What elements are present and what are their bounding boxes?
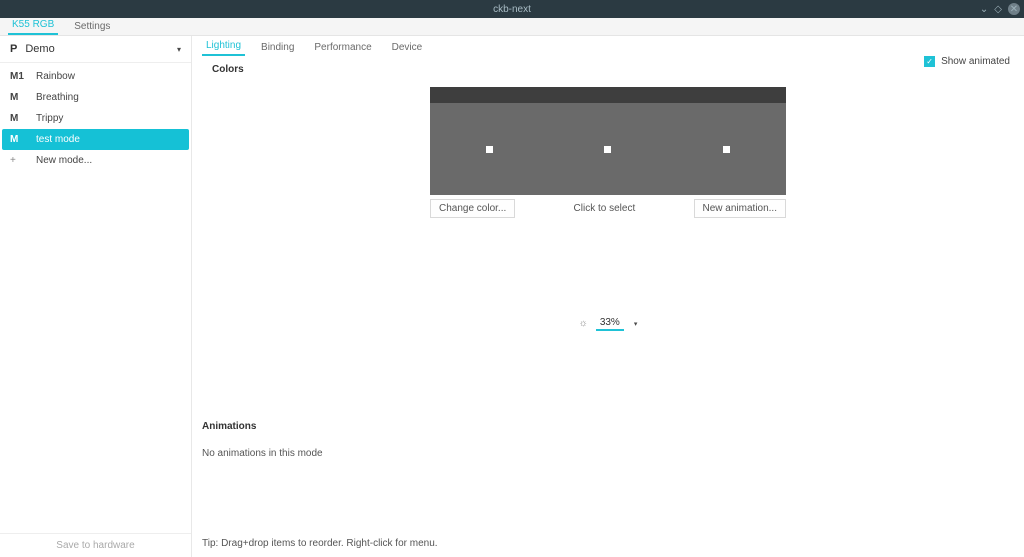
zone-key[interactable]: [604, 146, 611, 153]
animations-empty-text: No animations in this mode: [192, 434, 1024, 473]
device-preview-header: [430, 87, 786, 103]
save-to-hardware-button[interactable]: Save to hardware: [0, 533, 191, 557]
mode-list: M1 Rainbow M Breathing M Trippy M test m…: [0, 63, 191, 533]
brightness-control[interactable]: ☼ 33% ▾: [192, 316, 1024, 331]
device-tag: P: [10, 43, 17, 55]
device-name: Demo: [25, 43, 54, 55]
minimize-icon[interactable]: ⌄: [980, 4, 988, 15]
new-animation-button[interactable]: New animation...: [694, 199, 786, 218]
mode-label: test mode: [36, 134, 80, 145]
window-controls: ⌄ ◇ ✕: [980, 3, 1020, 15]
mode-item-breathing[interactable]: M Breathing: [2, 87, 189, 108]
mode-item-trippy[interactable]: M Trippy: [2, 108, 189, 129]
new-mode-label: New mode...: [36, 155, 92, 166]
tip-text: Tip: Drag+drop items to reorder. Right-c…: [192, 532, 1024, 557]
change-color-button[interactable]: Change color...: [430, 199, 515, 218]
mode-item-rainbow[interactable]: M1 Rainbow: [2, 66, 189, 87]
tab-k55-rgb[interactable]: K55 RGB: [8, 16, 58, 35]
preview-area: Change color... Click to select New anim…: [192, 87, 1024, 218]
colors-section: Colors ✓ Show animated: [192, 56, 1024, 77]
zone-key[interactable]: [486, 146, 493, 153]
main: Lighting Binding Performance Device Colo…: [192, 36, 1024, 557]
device-preview-body: [430, 103, 786, 195]
animations-title: Animations: [192, 417, 1024, 434]
chevron-down-icon: ▾: [177, 45, 181, 54]
sidebar: P Demo ▾ M1 Rainbow M Breathing M Trippy…: [0, 36, 192, 557]
checkbox-checked-icon: ✓: [924, 56, 935, 67]
subtab-binding[interactable]: Binding: [257, 39, 298, 56]
maximize-icon[interactable]: ◇: [994, 4, 1002, 15]
show-animated-toggle[interactable]: ✓ Show animated: [924, 56, 1010, 67]
mode-label: Trippy: [36, 113, 63, 124]
animations-section: Animations No animations in this mode: [192, 417, 1024, 473]
subtab-performance[interactable]: Performance: [310, 39, 375, 56]
mode-label: Breathing: [36, 92, 79, 103]
window-title: ckb-next: [493, 4, 531, 15]
brightness-value: 33%: [596, 316, 624, 331]
device-preview[interactable]: [430, 87, 786, 195]
zone-key[interactable]: [723, 146, 730, 153]
new-mode-button[interactable]: + New mode...: [2, 150, 189, 171]
subtab-device[interactable]: Device: [388, 39, 427, 56]
subtabs: Lighting Binding Performance Device: [192, 38, 1024, 56]
device-select[interactable]: P Demo ▾: [0, 36, 191, 63]
subtab-lighting[interactable]: Lighting: [202, 37, 245, 56]
chevron-down-icon: ▾: [634, 320, 638, 328]
brightness-icon: ☼: [579, 318, 588, 329]
tab-settings[interactable]: Settings: [70, 18, 114, 35]
close-icon[interactable]: ✕: [1008, 3, 1020, 15]
show-animated-label: Show animated: [941, 56, 1010, 67]
colors-title: Colors: [202, 60, 1014, 77]
mode-item-test-mode[interactable]: M test mode: [2, 129, 189, 150]
preview-button-row: Change color... Click to select New anim…: [430, 199, 786, 218]
mode-label: Rainbow: [36, 71, 75, 82]
menubar: K55 RGB Settings: [0, 18, 1024, 36]
content: P Demo ▾ M1 Rainbow M Breathing M Trippy…: [0, 36, 1024, 557]
click-to-select-label: Click to select: [574, 203, 636, 214]
titlebar: ckb-next ⌄ ◇ ✕: [0, 0, 1024, 18]
